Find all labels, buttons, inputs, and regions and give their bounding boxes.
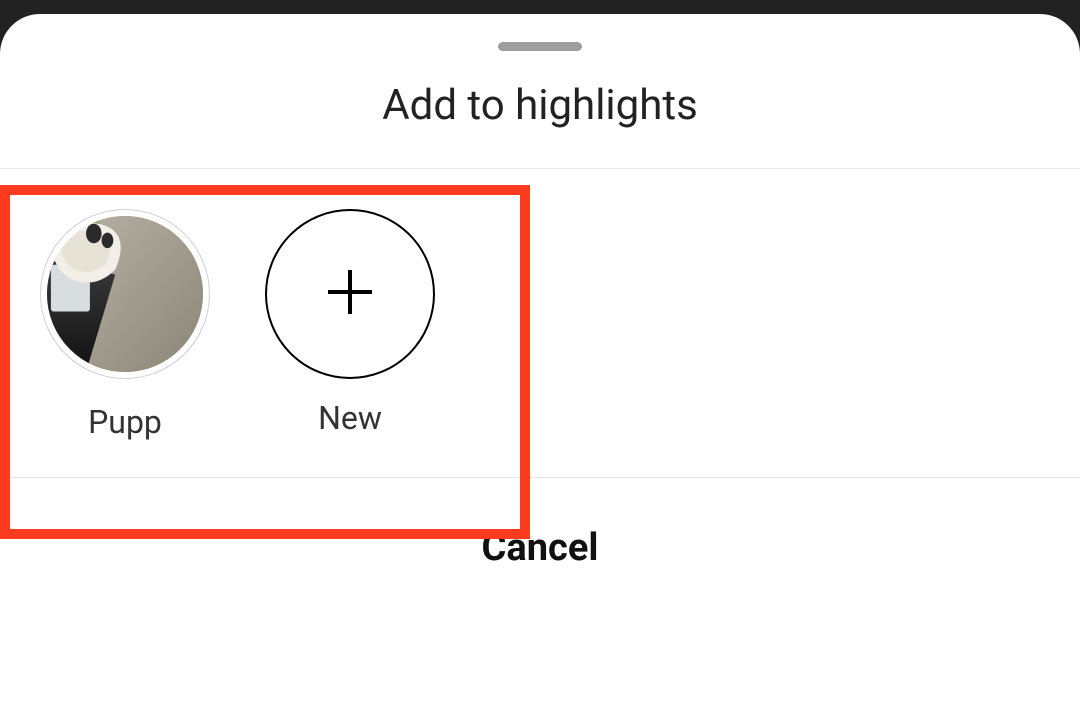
sheet-title: Add to highlights	[0, 81, 1080, 130]
new-highlight-circle	[265, 209, 435, 379]
new-highlight-label: New	[318, 399, 382, 437]
highlight-thumbnail	[40, 209, 210, 379]
plus-icon	[322, 264, 378, 324]
highlights-row: Pupp New	[0, 169, 1080, 477]
drag-handle[interactable]	[498, 42, 582, 51]
bottom-sheet: Add to highlights	[0, 14, 1080, 719]
highlight-label: Pupp	[88, 403, 162, 441]
highlight-item-new[interactable]: New	[265, 209, 435, 437]
highlight-item-pupp[interactable]: Pupp	[40, 209, 210, 441]
cancel-button[interactable]: Cancel	[0, 478, 1080, 600]
highlight-image	[47, 216, 203, 372]
